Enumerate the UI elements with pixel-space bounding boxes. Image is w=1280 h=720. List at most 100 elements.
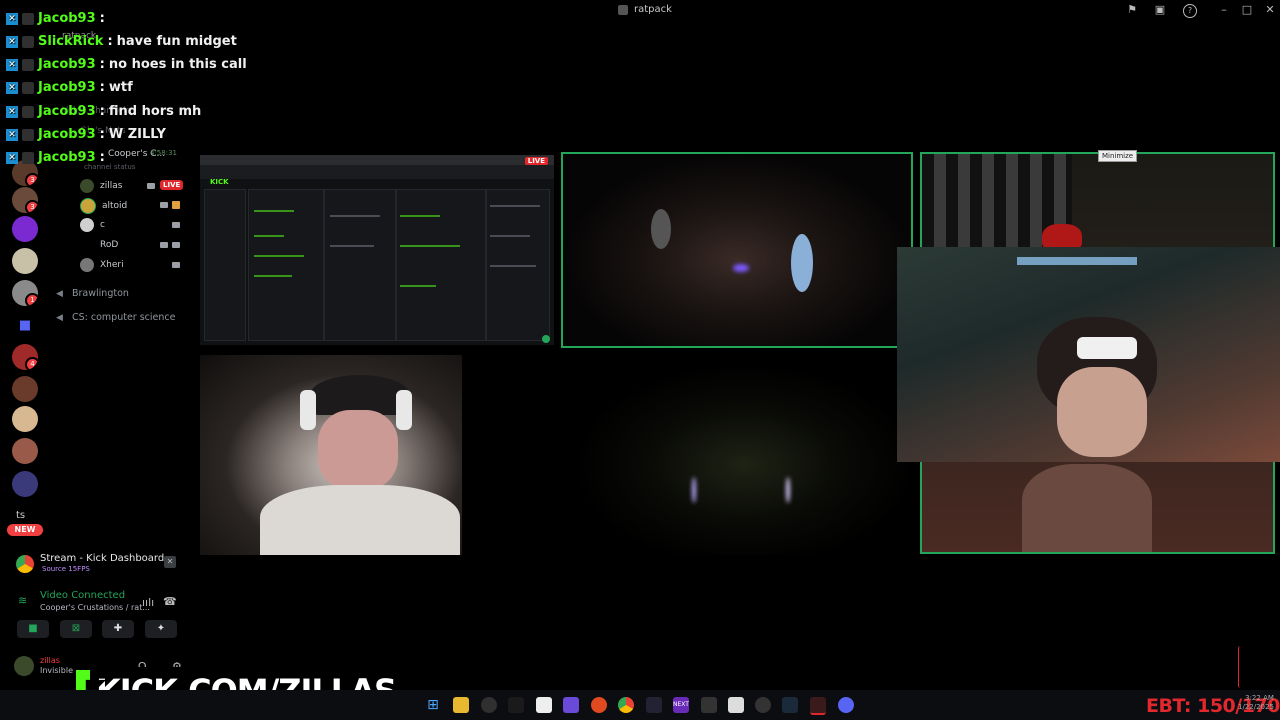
headset-earcup	[651, 209, 671, 249]
voice-user[interactable]: Xheri	[80, 258, 124, 272]
server-icon[interactable]	[12, 471, 38, 497]
inbox-icon[interactable]: ▣	[1154, 4, 1166, 16]
line	[490, 235, 530, 237]
camera-button[interactable]: ■	[17, 620, 49, 638]
app-icon[interactable]	[701, 697, 717, 713]
dashboard-sidebar	[204, 189, 246, 341]
user-badge-icon	[22, 12, 34, 25]
signal-icon[interactable]: ≋	[18, 594, 27, 607]
server-icon[interactable]	[12, 406, 38, 432]
line	[490, 205, 540, 207]
new-pill[interactable]: NEW	[7, 524, 43, 536]
server-icon[interactable]	[12, 248, 38, 274]
server-icon[interactable]	[12, 376, 38, 402]
voice-channel-brawlington[interactable]: ◀ Brawlington	[56, 288, 129, 299]
help-icon[interactable]: ?	[1183, 4, 1197, 18]
grid-app-icon[interactable]	[563, 697, 579, 713]
voice-location[interactable]: Cooper's Crustations / rat...	[40, 603, 150, 612]
disconnect-icon[interactable]: ☎	[163, 595, 177, 608]
line	[400, 215, 440, 217]
notepad-icon[interactable]	[728, 697, 744, 713]
headset-earcup	[791, 234, 813, 292]
close-button[interactable]: ✕	[1262, 3, 1278, 16]
share-screen-button[interactable]: ⊠	[60, 620, 92, 638]
line	[254, 255, 304, 257]
camera-icon	[172, 242, 180, 248]
system-clock[interactable]: 3:22 AM 1/22/2025	[1238, 694, 1274, 712]
server-icon[interactable]	[12, 438, 38, 464]
media-player-icon[interactable]	[755, 697, 771, 713]
voice-user[interactable]: c	[80, 218, 105, 232]
photoshop-icon[interactable]	[536, 697, 552, 713]
voice-user[interactable]: zillas	[80, 179, 122, 193]
video-tile[interactable]	[200, 355, 462, 555]
steam-icon[interactable]	[782, 697, 798, 713]
headphone-right	[396, 390, 412, 430]
capcut-icon[interactable]	[508, 697, 524, 713]
channel-timer: 4:58:31	[150, 149, 177, 157]
activities-button[interactable]: ✚	[102, 620, 134, 638]
file-explorer-icon[interactable]	[453, 697, 469, 713]
headset-light	[692, 477, 696, 503]
chat-message: ✕ Jacob93: W ZILLY	[6, 127, 166, 142]
headphone-left	[300, 390, 316, 430]
settings-app-icon[interactable]	[646, 697, 662, 713]
user-badge-icon	[22, 105, 34, 118]
voice-user[interactable]: RoD	[80, 238, 118, 252]
soundboard-button[interactable]: ✦	[145, 620, 177, 638]
video-tile-speaking[interactable]	[561, 152, 913, 348]
kick-badge-icon: ✕	[6, 151, 18, 164]
browser-toolbar	[200, 165, 554, 179]
chat-message: ✕ Jacob93:	[6, 150, 109, 165]
server-icon[interactable]: 4	[12, 344, 38, 370]
pin-icon[interactable]: ⚑	[1126, 4, 1138, 16]
screenshare-tile[interactable]: LIVE KICK	[200, 155, 554, 345]
goggles	[1077, 337, 1137, 359]
live-badge: LIVE	[160, 180, 184, 190]
server-icon[interactable]	[12, 216, 38, 242]
folder-icon[interactable]: ■	[12, 313, 38, 339]
speaker-icon: ◀	[56, 312, 63, 323]
stream-source: Source 15FPS	[42, 565, 90, 573]
avatar	[80, 258, 94, 272]
stream-panel[interactable]: Stream - Kick Dashboard... Source 15FPS …	[14, 551, 178, 577]
maximize-button[interactable]: □	[1239, 3, 1255, 16]
stop-stream-button[interactable]: ✕	[164, 556, 176, 568]
kick-logo: KICK	[210, 178, 229, 186]
next-app-icon[interactable]: NEXT	[673, 697, 689, 713]
beanie	[310, 375, 410, 415]
voice-status[interactable]: Video Connected	[40, 590, 125, 601]
headset-light	[733, 264, 749, 272]
server-icon	[618, 4, 628, 15]
avatar	[80, 238, 94, 252]
clock-date: 1/22/2025	[1238, 703, 1274, 711]
server-icon[interactable]: 3	[12, 187, 38, 213]
chrome-icon	[16, 555, 34, 573]
server-ts-label[interactable]: ts	[16, 510, 25, 521]
windows-start-icon[interactable]: ⊞	[425, 697, 441, 713]
browser-tabbar	[200, 155, 554, 165]
app-icon[interactable]	[810, 697, 826, 715]
line	[400, 245, 460, 247]
obs-icon[interactable]	[481, 697, 497, 713]
voice-user[interactable]: altoid	[80, 198, 127, 214]
chat-message: ✕ Jacob93:	[6, 11, 109, 26]
minimize-button[interactable]: –	[1216, 3, 1232, 16]
server-icon[interactable]: 1	[12, 280, 38, 306]
voice-channel-cs[interactable]: ◀ CS: computer science	[56, 312, 175, 323]
video-tile-overlay[interactable]	[897, 247, 1280, 462]
discord-icon[interactable]	[838, 697, 854, 713]
screen-share-icon	[172, 201, 180, 209]
app-icon[interactable]	[591, 697, 607, 713]
video-tile[interactable]	[560, 355, 915, 555]
speaker-icon: ◀	[56, 288, 63, 299]
person-bottom	[1022, 464, 1152, 552]
tshirt	[260, 485, 460, 555]
camera-icon	[172, 222, 180, 228]
avatar	[80, 198, 96, 214]
noise-suppression-icon[interactable]: ıılı	[142, 596, 154, 609]
line	[254, 275, 292, 277]
headset-light	[786, 477, 790, 503]
face	[1057, 367, 1147, 457]
chrome-icon[interactable]	[618, 697, 634, 713]
